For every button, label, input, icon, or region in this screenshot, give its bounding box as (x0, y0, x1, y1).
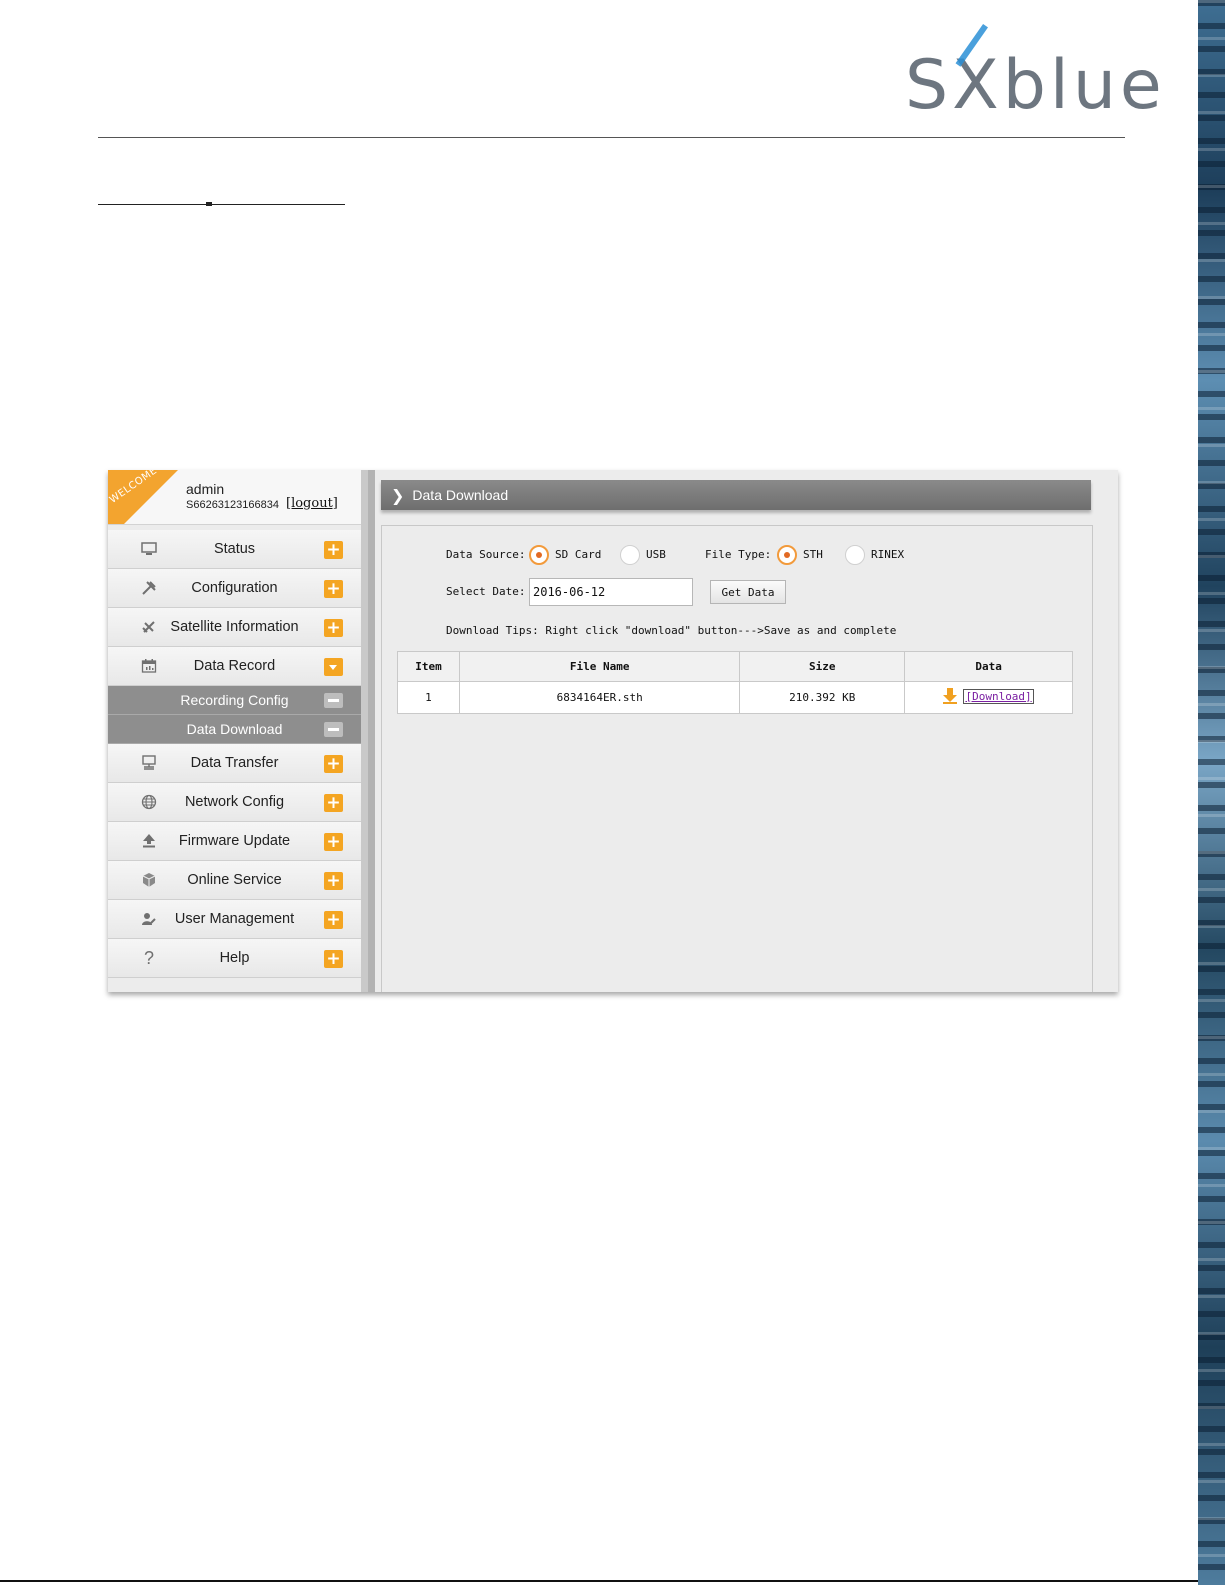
expand-plus-icon[interactable]: + (324, 619, 343, 637)
sidebar-subitem-recording-config[interactable]: Recording Config (108, 686, 361, 715)
logo-rest: blue (1002, 46, 1166, 125)
expand-plus-icon[interactable]: + (324, 872, 343, 890)
user-edit-icon (140, 910, 158, 928)
welcome-box: WELCOME admin S66263123166834 [logout] (108, 470, 361, 525)
header-divider (98, 137, 1125, 138)
sidebar-item-data-transfer[interactable]: Data Transfer + (108, 744, 361, 783)
tools-icon (140, 579, 158, 597)
logout-link[interactable]: [logout] (286, 496, 338, 511)
cell-data: [Download] (904, 681, 1073, 714)
globe-icon (140, 793, 158, 811)
question-icon: ? (143, 947, 154, 968)
select-date-input[interactable] (529, 578, 693, 606)
main-content: ❯ Data Download Data Source: SD Card USB… (375, 470, 1118, 992)
cell-item: 1 (397, 681, 460, 714)
download-arrow-icon[interactable] (943, 688, 958, 704)
radio-sd-card-label: SD Card (555, 548, 602, 561)
radio-rinex-label: RINEX (871, 548, 905, 561)
get-data-button[interactable]: Get Data (710, 580, 786, 604)
file-type-label: File Type: (705, 548, 772, 561)
sidebar-item-user-management[interactable]: User Management + (108, 900, 361, 939)
username: admin (186, 481, 225, 497)
logo-s: S (905, 46, 953, 125)
section-underline (98, 202, 345, 206)
column-header-item: Item (397, 651, 460, 682)
chevron-right-icon: ❯ (391, 485, 405, 505)
files-table: Item File Name Size Data 1 6834164ER.sth… (397, 651, 1073, 714)
download-tips: Download Tips: Right click "download" bu… (446, 624, 897, 637)
radio-sth[interactable] (777, 545, 797, 565)
minus-icon (324, 693, 343, 708)
column-header-file-name: File Name (458, 651, 741, 682)
receiver-web-ui: WELCOME admin S66263123166834 [logout] S… (108, 470, 1118, 992)
download-link[interactable]: [Download] (963, 688, 1034, 704)
column-header-size: Size (739, 651, 906, 682)
footer-divider (0, 1580, 1198, 1582)
cell-file-name: 6834164ER.sth (458, 681, 741, 714)
radio-rinex[interactable] (845, 545, 865, 565)
monitor-icon (140, 540, 158, 558)
calendar-icon (140, 657, 158, 675)
table-header-row: Item File Name Size Data (397, 651, 1073, 682)
sidebar: WELCOME admin S66263123166834 [logout] S… (108, 470, 368, 992)
expand-plus-icon[interactable]: + (324, 911, 343, 929)
sxblue-logo: S Xblue (905, 46, 1166, 125)
expand-plus-icon[interactable]: + (324, 755, 343, 773)
device-serial: S66263123166834 (186, 499, 279, 511)
sidebar-item-satellite-information[interactable]: Satellite Information + (108, 608, 361, 647)
expand-plus-icon[interactable]: + (324, 950, 343, 968)
radio-sth-label: STH (803, 548, 823, 561)
download-action: [Download] (943, 688, 1034, 704)
expand-plus-icon[interactable]: + (324, 541, 343, 559)
logo-x: X (952, 46, 1003, 125)
radio-sd-card[interactable] (529, 545, 549, 565)
sidebar-item-help[interactable]: ? Help + (108, 939, 361, 978)
radio-usb[interactable] (620, 545, 640, 565)
collapse-arrow-icon[interactable] (324, 658, 343, 676)
sidebar-item-status[interactable]: Status + (108, 530, 361, 569)
satellite-icon (140, 618, 158, 636)
sidebar-item-firmware-update[interactable]: Firmware Update + (108, 822, 361, 861)
sidebar-item-configuration[interactable]: Configuration + (108, 569, 361, 608)
minus-icon (324, 722, 343, 737)
cell-size: 210.392 KB (739, 681, 906, 714)
sidebar-item-data-record[interactable]: Data Record (108, 647, 361, 686)
expand-plus-icon[interactable]: + (324, 580, 343, 598)
network-computer-icon (140, 754, 158, 772)
sidebar-subitem-data-download[interactable]: Data Download (108, 715, 361, 744)
data-source-label: Data Source: (446, 548, 526, 561)
column-header-data: Data (904, 651, 1073, 682)
expand-plus-icon[interactable]: + (324, 833, 343, 851)
select-date-label: Select Date: (446, 585, 526, 598)
data-download-panel: Data Source: SD Card USB File Type: STH … (381, 525, 1093, 992)
sidebar-item-network-config[interactable]: Network Config + (108, 783, 361, 822)
sidebar-menu: Status + Configuration + Satellite Infor… (108, 530, 361, 978)
page-title-bar: ❯ Data Download (381, 480, 1091, 510)
radio-usb-label: USB (646, 548, 666, 561)
upload-icon (140, 832, 158, 850)
expand-plus-icon[interactable]: + (324, 794, 343, 812)
cube-icon (140, 871, 158, 889)
sidebar-item-online-service[interactable]: Online Service + (108, 861, 361, 900)
table-row: 1 6834164ER.sth 210.392 KB [Download] (397, 681, 1073, 714)
decorative-side-image (1198, 0, 1225, 1585)
page-title: Data Download (412, 487, 509, 503)
